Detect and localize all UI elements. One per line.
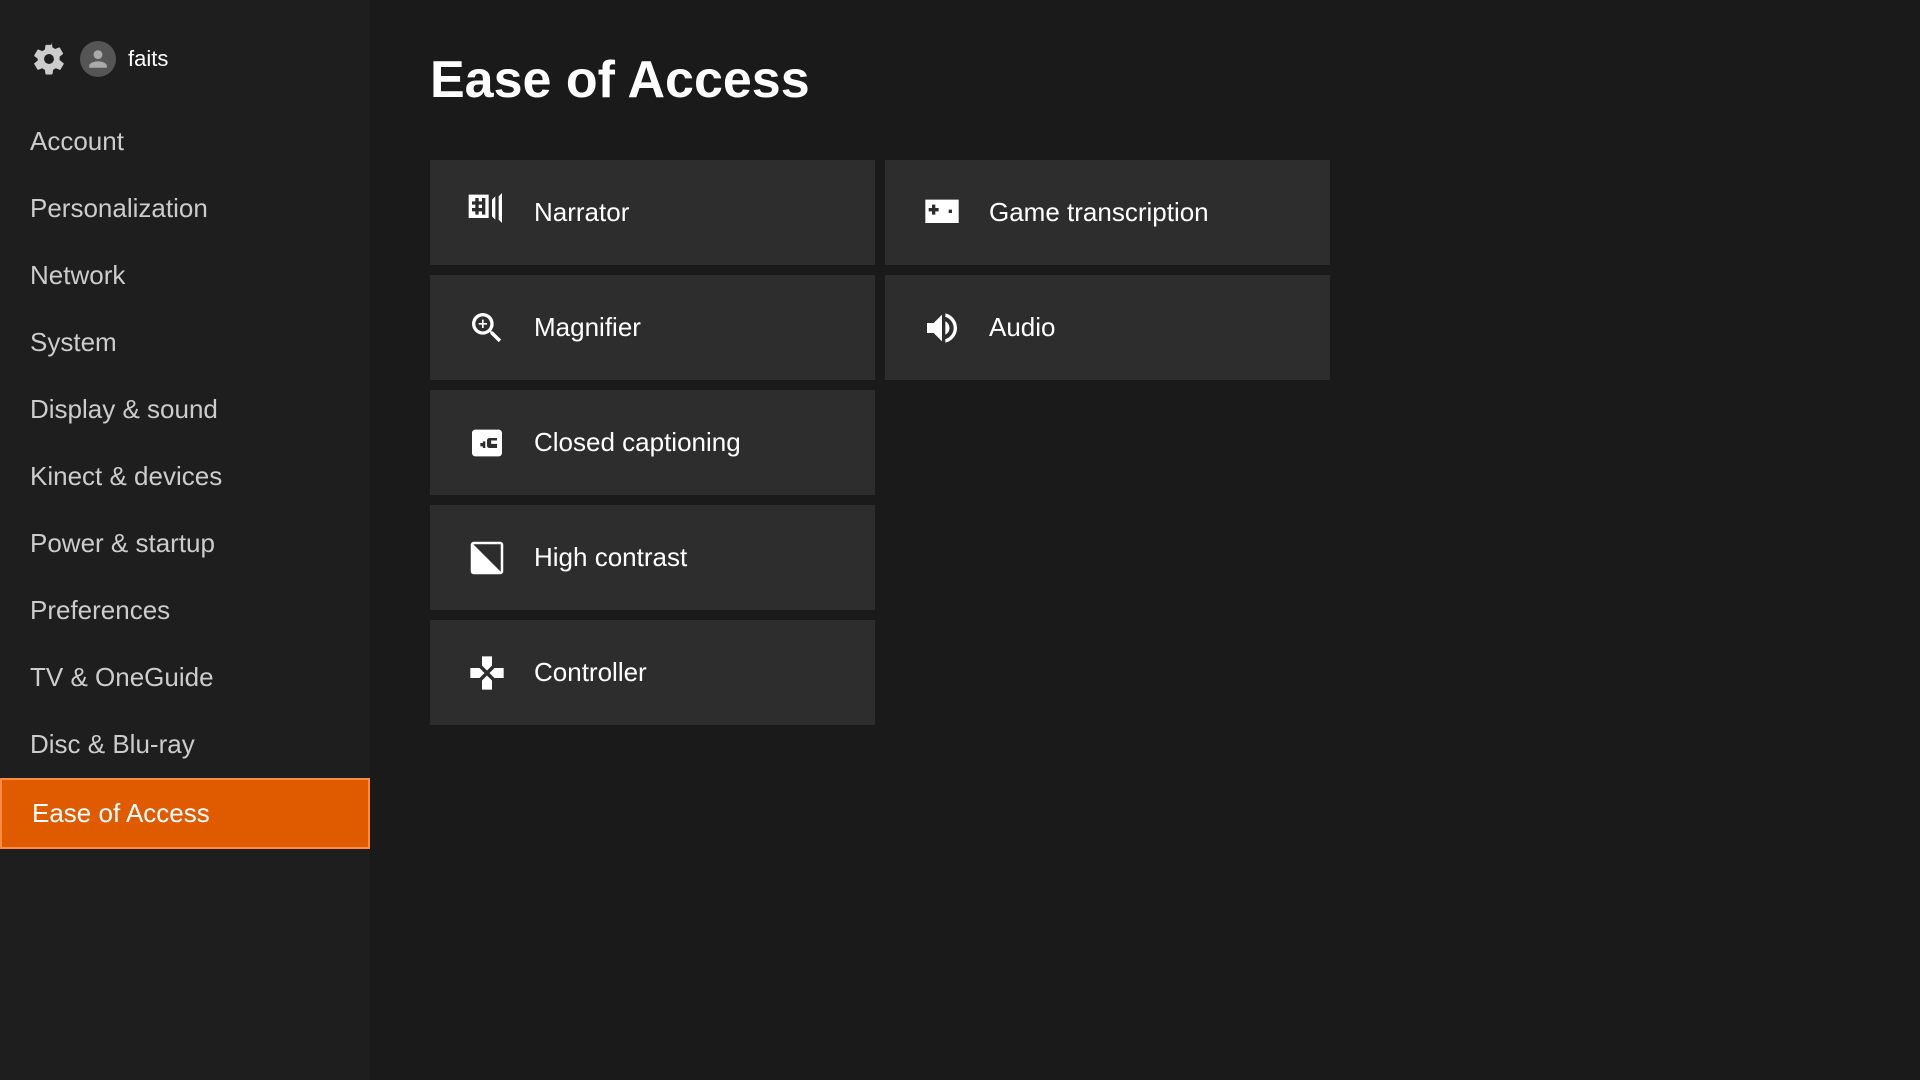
magnifier-label: Magnifier	[534, 312, 641, 343]
audio-icon	[920, 306, 964, 350]
audio-item[interactable]: Audio	[885, 275, 1330, 380]
avatar	[80, 41, 116, 77]
narrator-label: Narrator	[534, 197, 629, 228]
game-transcription-icon	[920, 191, 964, 235]
closed-captioning-label: Closed captioning	[534, 427, 741, 458]
sidebar-nav: Account Personalization Network System D…	[0, 108, 370, 1080]
audio-label: Audio	[989, 312, 1056, 343]
sidebar-item-preferences[interactable]: Preferences	[0, 577, 370, 644]
sidebar-item-disc-bluray[interactable]: Disc & Blu-ray	[0, 711, 370, 778]
high-contrast-icon	[465, 536, 509, 580]
controller-label: Controller	[534, 657, 647, 688]
narrator-icon	[465, 191, 509, 235]
sidebar-item-network[interactable]: Network	[0, 242, 370, 309]
closed-captioning-item[interactable]: Closed captioning	[430, 390, 875, 495]
sidebar-item-system[interactable]: System	[0, 309, 370, 376]
settings-icon	[30, 40, 68, 78]
high-contrast-label: High contrast	[534, 542, 687, 573]
narrator-item[interactable]: Narrator	[430, 160, 875, 265]
sidebar-item-tv-oneguide[interactable]: TV & OneGuide	[0, 644, 370, 711]
sidebar-item-personalization[interactable]: Personalization	[0, 175, 370, 242]
closed-captioning-icon	[465, 421, 509, 465]
sidebar: faits Account Personalization Network Sy…	[0, 0, 370, 1080]
magnifier-icon	[465, 306, 509, 350]
main-content: Ease of Access Narrator Game transcripti…	[370, 0, 1920, 1080]
sidebar-item-kinect-devices[interactable]: Kinect & devices	[0, 443, 370, 510]
sidebar-header: faits	[0, 30, 370, 108]
game-transcription-item[interactable]: Game transcription	[885, 160, 1330, 265]
sidebar-item-ease-of-access[interactable]: Ease of Access	[0, 778, 370, 849]
magnifier-item[interactable]: Magnifier	[430, 275, 875, 380]
ease-of-access-grid: Narrator Game transcription Magnifier	[430, 160, 1330, 725]
sidebar-item-account[interactable]: Account	[0, 108, 370, 175]
sidebar-item-power-startup[interactable]: Power & startup	[0, 510, 370, 577]
game-transcription-label: Game transcription	[989, 197, 1209, 228]
page-title: Ease of Access	[430, 50, 1860, 110]
controller-icon	[465, 651, 509, 695]
high-contrast-item[interactable]: High contrast	[430, 505, 875, 610]
username-label: faits	[128, 46, 168, 72]
sidebar-item-display-sound[interactable]: Display & sound	[0, 376, 370, 443]
controller-item[interactable]: Controller	[430, 620, 875, 725]
